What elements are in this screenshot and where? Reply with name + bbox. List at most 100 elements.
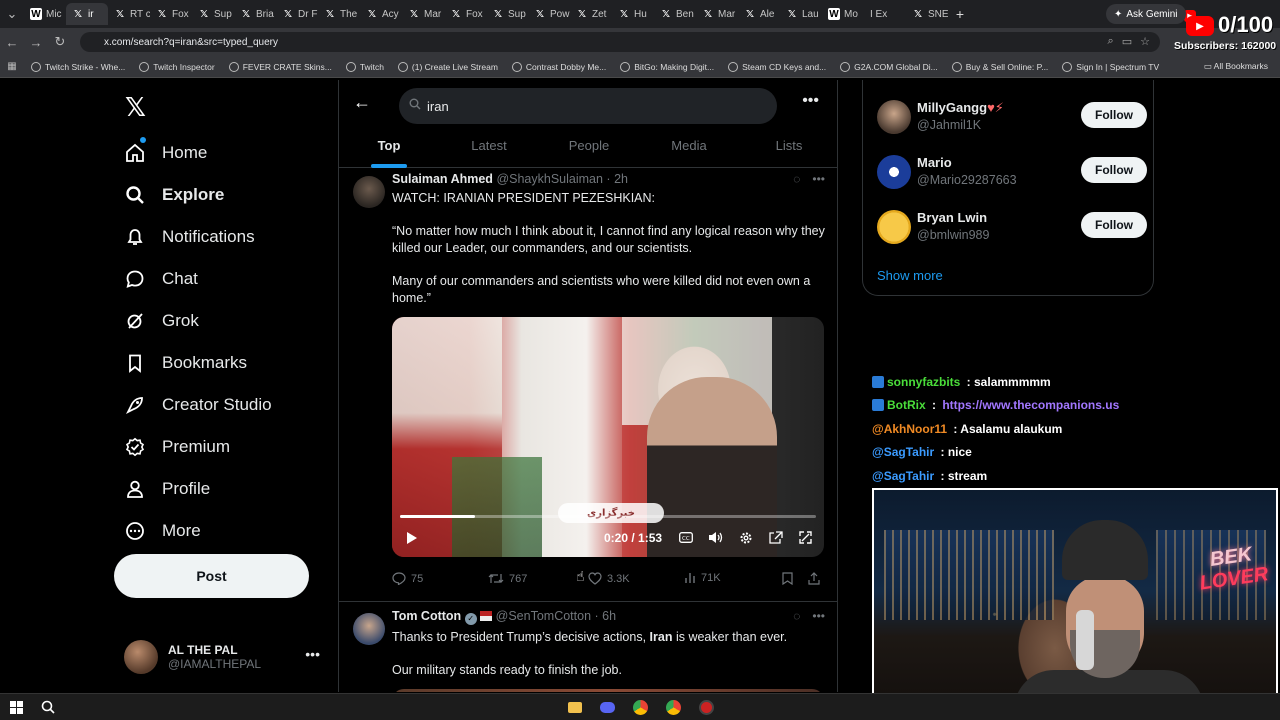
tab-latest[interactable]: Latest <box>439 132 539 167</box>
url-input[interactable]: x.com/search?q=iran&src=typed_query ⌕ ▭ … <box>80 32 1160 52</box>
tweet-author-handle[interactable]: @ShaykhSulaiman <box>496 172 603 186</box>
taskbar-search-icon[interactable] <box>40 699 56 715</box>
sidebar-item-grok[interactable]: Grok <box>124 300 272 342</box>
bookmark-button[interactable] <box>782 572 793 585</box>
browser-tab[interactable]: 𝕏 Fox <box>444 3 486 25</box>
browser-tab[interactable]: ▶I Ex <box>864 3 1196 25</box>
tab-search-button[interactable]: ⌄ <box>0 6 24 22</box>
cast-icon[interactable]: ▭ <box>1122 35 1132 48</box>
bookmark-item[interactable]: Twitch Inspector <box>132 61 221 72</box>
reply-button[interactable]: 75 <box>392 572 423 585</box>
avatar[interactable] <box>877 210 911 244</box>
apps-grid-icon[interactable]: ▦ <box>0 61 24 72</box>
fullscreen-icon[interactable] <box>797 529 814 546</box>
tweet-more-icon[interactable]: ••• <box>812 609 825 623</box>
tweet-author-name[interactable]: Tom Cotton <box>392 609 461 623</box>
browser-tab[interactable]: 𝕏 SNE <box>906 3 948 25</box>
browser-tab[interactable]: 𝕏 Ben <box>654 3 696 25</box>
browser-tab[interactable]: W Mo <box>822 3 864 25</box>
ask-gemini-button[interactable]: ✦ Ask Gemini <box>1106 4 1186 24</box>
video-progress-bar[interactable] <box>400 515 816 518</box>
browser-tab[interactable]: 𝕏 Mar <box>696 3 738 25</box>
grok-explain-icon[interactable]: ◌ <box>793 609 800 623</box>
tweet[interactable]: Sulaiman Ahmed @ShaykhSulaiman · 2h ◌ ••… <box>339 172 837 592</box>
bookmark-item[interactable]: FEVER CRATE Skins... <box>222 61 339 72</box>
bookmark-item[interactable]: Twitch <box>339 61 391 72</box>
browser-tab[interactable]: 𝕏 Acy <box>360 3 402 25</box>
tab-people[interactable]: People <box>539 132 639 167</box>
follow-button[interactable]: Follow <box>1081 102 1147 128</box>
tweet-video[interactable]: خبرگزاری 0:20 / 1:53 CC <box>392 317 824 557</box>
volume-icon[interactable] <box>707 529 724 546</box>
tweet-media-preview[interactable] <box>392 689 824 692</box>
chrome-icon[interactable] <box>632 699 648 715</box>
search-input[interactable]: iran <box>399 88 777 124</box>
star-icon[interactable]: ☆ <box>1140 35 1150 48</box>
back-arrow-icon[interactable]: ← <box>353 92 371 113</box>
settings-gear-icon[interactable] <box>737 529 754 546</box>
share-button[interactable] <box>808 572 820 585</box>
show-more-link[interactable]: Show more <box>877 268 943 283</box>
who-to-follow-item[interactable]: Bryan Lwin @bmlwin989 Follow <box>877 208 1147 248</box>
tweet-avatar[interactable] <box>353 176 385 208</box>
browser-tab[interactable]: 𝕏 Pow <box>528 3 570 25</box>
sidebar-item-chat[interactable]: Chat <box>124 258 272 300</box>
account-switcher[interactable]: AL THE PAL @IAMALTHEPAL ••• <box>124 640 324 674</box>
tweet-time[interactable]: 6h <box>602 609 616 623</box>
browser-tab[interactable]: 𝕏 Fox <box>150 3 192 25</box>
sidebar-item-creator-studio[interactable]: Creator Studio <box>124 384 272 426</box>
browser-tab[interactable]: 𝕏 Mar <box>402 3 444 25</box>
avatar[interactable] <box>877 100 911 134</box>
chrome-icon[interactable] <box>665 699 681 715</box>
bookmark-item[interactable]: BitGo: Making Digit... <box>613 61 721 72</box>
who-to-follow-item[interactable]: MillyGangg♥⚡ @Jahmil1K Follow <box>877 98 1147 138</box>
file-explorer-icon[interactable] <box>567 699 583 715</box>
browser-tab[interactable]: 𝕏 RT c <box>108 3 150 25</box>
tweet[interactable]: Tom Cotton ✓ @SenTomCotton · 6h ◌ ••• Th… <box>339 609 837 692</box>
browser-tab[interactable]: 𝕏 Ale <box>738 3 780 25</box>
search-more-icon[interactable]: ••• <box>802 92 819 110</box>
who-to-follow-item[interactable]: Mario @Mario29287663 Follow <box>877 153 1147 193</box>
bookmark-item[interactable]: Buy & Sell Online: P... <box>945 61 1056 72</box>
repost-button[interactable]: 767 <box>488 572 527 585</box>
tab-media[interactable]: Media <box>639 132 739 167</box>
browser-tab[interactable]: 𝕏ir <box>66 3 108 25</box>
browser-tab[interactable]: 𝕏 Bria <box>234 3 276 25</box>
browser-tab[interactable]: 𝕏 Lau <box>780 3 822 25</box>
browser-tab[interactable]: 𝕏 Dr F <box>276 3 318 25</box>
zoom-icon[interactable]: ⌕ <box>1108 35 1114 48</box>
bookmark-item[interactable]: Steam CD Keys and... <box>721 61 833 72</box>
browser-tab[interactable]: 𝕏 Hu <box>612 3 654 25</box>
x-logo[interactable]: 𝕏 <box>125 92 146 123</box>
bookmark-item[interactable]: (1) Create Live Stream <box>391 61 505 72</box>
like-button[interactable]: 3.3K <box>588 572 630 585</box>
sidebar-item-bookmarks[interactable]: Bookmarks <box>124 342 272 384</box>
sidebar-item-more[interactable]: More <box>124 510 272 552</box>
views-button[interactable]: 71K <box>684 572 721 584</box>
new-tab-button[interactable]: + <box>948 6 972 22</box>
tweet-time[interactable]: 2h <box>614 172 628 186</box>
browser-tab[interactable]: 𝕏 Sup <box>192 3 234 25</box>
captions-icon[interactable]: CC <box>677 529 694 546</box>
grok-explain-icon[interactable]: ◌ <box>793 172 800 186</box>
post-button[interactable]: Post <box>114 554 309 598</box>
bookmark-item[interactable]: Twitch Strike - Whe... <box>24 61 132 72</box>
follow-button[interactable]: Follow <box>1081 157 1147 183</box>
sidebar-item-home[interactable]: Home <box>124 132 272 174</box>
sidebar-item-notifications[interactable]: Notifications <box>124 216 272 258</box>
sidebar-item-profile[interactable]: Profile <box>124 468 272 510</box>
tweet-author-handle[interactable]: @SenTomCotton <box>496 609 591 623</box>
tweet-avatar[interactable] <box>353 613 385 645</box>
avatar[interactable] <box>877 155 911 189</box>
bookmark-item[interactable]: Sign In | Spectrum TV <box>1055 61 1166 72</box>
pip-icon[interactable] <box>767 529 784 546</box>
browser-tab[interactable]: 𝕏 The <box>318 3 360 25</box>
browser-tab[interactable]: W Mic <box>24 3 66 25</box>
chat-link[interactable]: https://www.thecompanions.us <box>942 398 1119 412</box>
browser-tab[interactable]: 𝕏 Zet <box>570 3 612 25</box>
back-nav-icon[interactable]: ← <box>0 35 24 50</box>
play-icon[interactable] <box>406 531 418 548</box>
tab-top[interactable]: Top <box>339 132 439 167</box>
tab-lists[interactable]: Lists <box>739 132 837 167</box>
discord-icon[interactable] <box>599 699 615 715</box>
